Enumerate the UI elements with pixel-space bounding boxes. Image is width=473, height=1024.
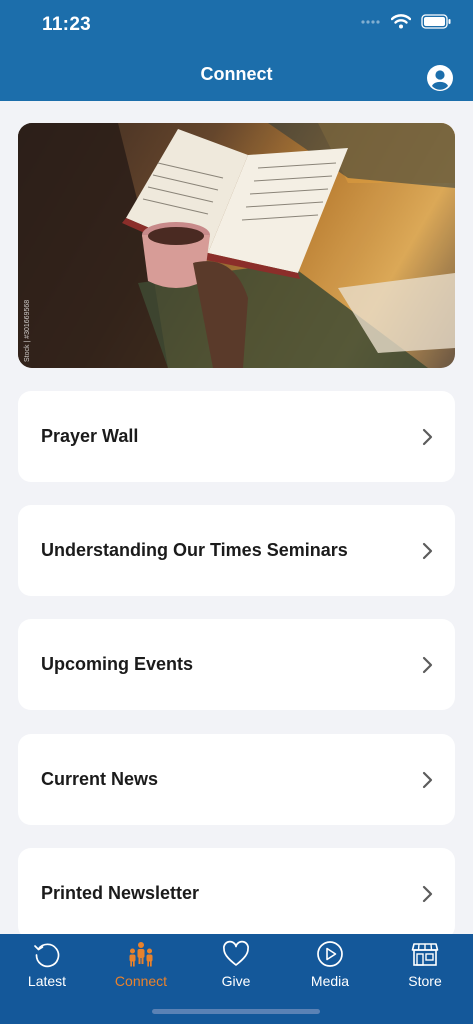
menu-item-printed-newsletter[interactable]: Printed Newsletter xyxy=(18,848,455,939)
book-and-coffee-illustration xyxy=(18,123,455,368)
menu-item-seminars[interactable]: Understanding Our Times Seminars xyxy=(18,505,455,596)
tab-label: Media xyxy=(310,973,350,989)
play-circle-icon xyxy=(317,941,343,967)
home-indicator xyxy=(152,1009,320,1014)
menu-item-prayer-wall[interactable]: Prayer Wall xyxy=(18,391,455,482)
menu-item-upcoming-events[interactable]: Upcoming Events xyxy=(18,619,455,710)
menu-item-label: Prayer Wall xyxy=(41,426,139,446)
heart-icon xyxy=(223,940,249,966)
app-header: 11:23 Connect xyxy=(0,0,473,101)
chevron-right-icon xyxy=(422,542,433,559)
image-credit: Stock | #301669568 xyxy=(24,299,31,362)
chevron-right-icon xyxy=(422,771,433,788)
page-title: Connect xyxy=(200,64,273,84)
people-icon xyxy=(129,942,153,967)
chevron-right-icon xyxy=(422,656,433,673)
tab-label: Give xyxy=(221,973,251,989)
menu-item-label: Printed Newsletter xyxy=(41,883,200,903)
menu-item-label: Current News xyxy=(41,769,159,789)
battery-icon xyxy=(421,14,451,29)
tab-give[interactable]: Give xyxy=(189,940,283,996)
status-time: 11:23 xyxy=(42,14,92,35)
wifi-icon xyxy=(391,14,411,29)
history-icon xyxy=(34,943,60,968)
menu-item-label: Upcoming Events xyxy=(41,654,194,674)
tab-latest[interactable]: Latest xyxy=(0,940,94,996)
chevron-right-icon xyxy=(422,428,433,445)
status-icons xyxy=(361,14,451,29)
chevron-right-icon xyxy=(422,885,433,902)
tab-connect[interactable]: Connect xyxy=(94,940,188,996)
cellular-signal-icon xyxy=(361,19,380,24)
tab-label: Latest xyxy=(27,973,67,989)
hero-image: Stock | #301669568 xyxy=(18,123,455,368)
storefront-icon xyxy=(411,943,439,966)
menu-item-label: Understanding Our Times Seminars xyxy=(41,540,348,560)
tab-store[interactable]: Store xyxy=(378,940,472,996)
tab-label: Connect xyxy=(114,973,168,989)
tab-label: Store xyxy=(408,973,442,989)
menu-item-current-news[interactable]: Current News xyxy=(18,734,455,825)
profile-icon[interactable] xyxy=(426,64,454,92)
tab-media[interactable]: Media xyxy=(283,940,377,996)
